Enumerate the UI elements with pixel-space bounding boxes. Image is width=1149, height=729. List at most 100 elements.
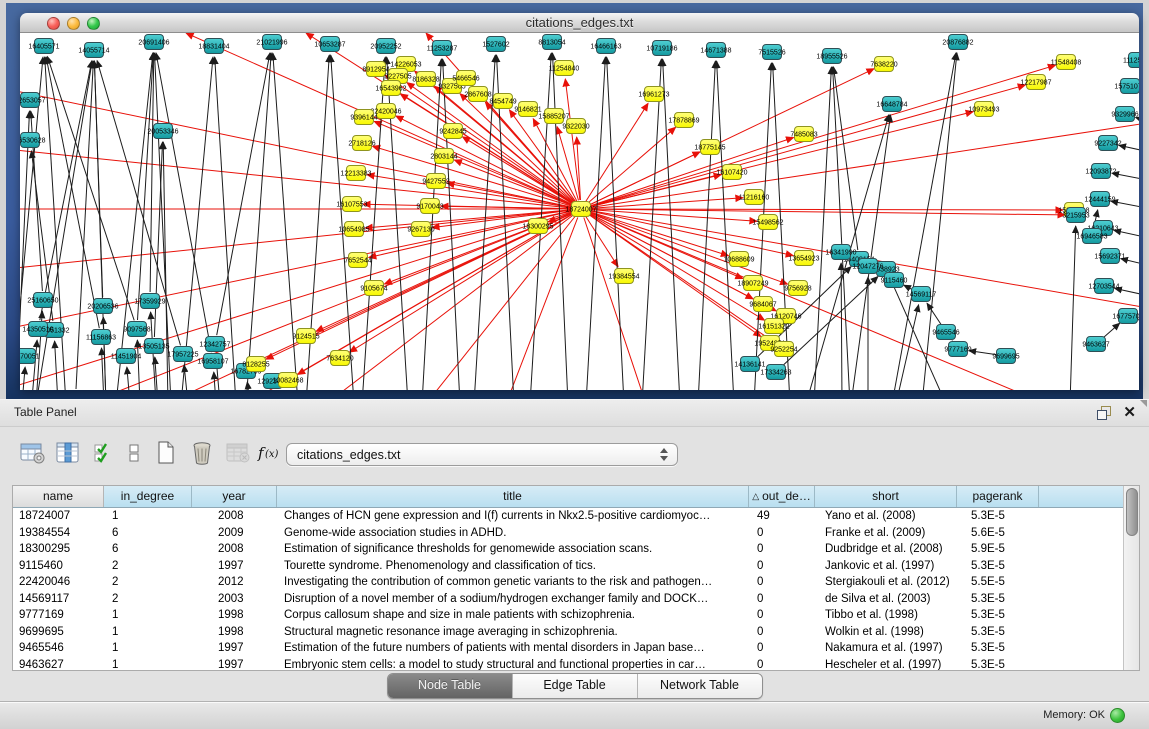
memory-status-indicator[interactable] bbox=[1110, 708, 1125, 723]
network-canvas[interactable]: 1640557114055714206914061883140421021996… bbox=[20, 33, 1139, 390]
column-visibility-button[interactable] bbox=[52, 440, 84, 468]
cell-name[interactable]: 18300295 bbox=[13, 541, 104, 558]
cell-out-de-[interactable]: 0 bbox=[749, 541, 815, 558]
cell-name[interactable]: 9777169 bbox=[13, 607, 104, 624]
cell-pagerank[interactable]: 5.3E-5 bbox=[957, 624, 1039, 641]
cell-short[interactable]: Jankovic et al. (1997) bbox=[815, 558, 957, 575]
cell-short[interactable]: Nakamura et al. (1997) bbox=[815, 640, 957, 657]
cell-name[interactable]: 19384554 bbox=[13, 525, 104, 542]
cell-name[interactable]: 18724007 bbox=[13, 508, 104, 525]
graph-edge[interactable] bbox=[1136, 117, 1140, 128]
cell-in-degree[interactable]: 1 bbox=[104, 657, 192, 672]
table-scrollbar[interactable] bbox=[1123, 486, 1139, 670]
cell-out-de-[interactable]: 0 bbox=[749, 525, 815, 542]
tab-edge-table[interactable]: Edge Table bbox=[512, 674, 637, 698]
graph-edge[interactable] bbox=[247, 382, 250, 390]
cell-short[interactable]: Tibbo et al. (1998) bbox=[815, 607, 957, 624]
graph-edge[interactable] bbox=[22, 367, 25, 390]
graph-edge[interactable] bbox=[150, 53, 154, 292]
cell-year[interactable]: 2008 bbox=[192, 508, 277, 525]
cell-name[interactable]: 22420046 bbox=[13, 574, 104, 591]
cell-pagerank[interactable]: 5.3E-5 bbox=[957, 508, 1039, 525]
cell-out-de-[interactable]: 49 bbox=[749, 508, 815, 525]
column-header-title[interactable]: title bbox=[277, 486, 749, 507]
graph-edge[interactable] bbox=[586, 103, 648, 201]
cell-short[interactable]: Yano et al. (2008) bbox=[815, 508, 957, 525]
cell-in-degree[interactable]: 2 bbox=[104, 574, 192, 591]
cell-in-degree[interactable]: 1 bbox=[104, 508, 192, 525]
cell-short[interactable]: Stergiakouli et al. (2012) bbox=[815, 574, 957, 591]
clear-selection-button[interactable] bbox=[118, 440, 150, 468]
cell-in-degree[interactable]: 1 bbox=[104, 624, 192, 641]
cell-year[interactable]: 2003 bbox=[192, 591, 277, 608]
function-button[interactable]: f(x) bbox=[254, 440, 286, 468]
cell-name[interactable]: 9465546 bbox=[13, 640, 104, 657]
cell-year[interactable]: 1998 bbox=[192, 607, 277, 624]
table-row[interactable]: 1456911722003Disruption of a novel membe… bbox=[13, 591, 1139, 608]
new-document-button[interactable] bbox=[150, 440, 182, 468]
table-row[interactable]: 969969511998Structural magnetic resonanc… bbox=[13, 624, 1139, 641]
cell-in-degree[interactable]: 6 bbox=[104, 525, 192, 542]
graph-edge[interactable] bbox=[184, 365, 188, 390]
cell-out-de-[interactable]: 0 bbox=[749, 657, 815, 672]
graph-edge[interactable] bbox=[584, 218, 646, 391]
cell-in-degree[interactable]: 1 bbox=[104, 640, 192, 657]
column-header-name[interactable]: name bbox=[13, 486, 104, 507]
citation-network-graph[interactable]: 1640557114055714206914061883140421021996… bbox=[20, 33, 1139, 390]
cell-short[interactable]: Dudbridge et al. (2008) bbox=[815, 541, 957, 558]
table-row[interactable]: 977716911998Corpus callosum shape and si… bbox=[13, 607, 1139, 624]
graph-edge[interactable] bbox=[45, 57, 66, 390]
cell-name[interactable]: 9463627 bbox=[13, 657, 104, 672]
cell-short[interactable]: Hescheler et al. (1997) bbox=[815, 657, 957, 672]
column-header-year[interactable]: year bbox=[192, 486, 277, 507]
cell-in-degree[interactable]: 2 bbox=[104, 591, 192, 608]
cell-title[interactable]: Tourette syndrome. Phenomenology and cla… bbox=[277, 558, 749, 575]
cell-year[interactable]: 1997 bbox=[192, 640, 277, 657]
cell-in-degree[interactable]: 1 bbox=[104, 607, 192, 624]
cell-pagerank[interactable]: 5.5E-5 bbox=[957, 574, 1039, 591]
graph-edge[interactable] bbox=[717, 61, 734, 390]
cell-year[interactable]: 2008 bbox=[192, 541, 277, 558]
close-panel-icon[interactable]: ✕ bbox=[1123, 403, 1136, 421]
cell-title[interactable]: Structural magnetic resonance image aver… bbox=[277, 624, 749, 641]
graph-edge[interactable] bbox=[663, 59, 680, 390]
cell-title[interactable]: Embryonic stem cells: a model to study s… bbox=[277, 657, 749, 672]
cell-short[interactable]: de Silva et al. (2003) bbox=[815, 591, 957, 608]
cell-title[interactable]: Corpus callosum shape and size in male p… bbox=[277, 607, 749, 624]
graph-edge[interactable] bbox=[454, 160, 572, 206]
graph-edge[interactable] bbox=[927, 303, 941, 324]
cell-pagerank[interactable]: 5.3E-5 bbox=[957, 591, 1039, 608]
column-header-out-de-[interactable]: △out_de… bbox=[749, 486, 815, 507]
cell-short[interactable]: Wolkin et al. (1998) bbox=[815, 624, 957, 641]
graph-edge[interactable] bbox=[1070, 226, 1076, 390]
cell-year[interactable]: 1997 bbox=[192, 558, 277, 575]
table-row[interactable]: 946362711997Embryonic stem cells: a mode… bbox=[13, 657, 1139, 672]
cell-title[interactable]: Estimation of significance thresholds fo… bbox=[277, 541, 749, 558]
graph-edge[interactable] bbox=[426, 216, 575, 390]
cell-pagerank[interactable]: 5.3E-5 bbox=[957, 607, 1039, 624]
panel-resize-grip[interactable] bbox=[1140, 400, 1147, 407]
graph-edge[interactable] bbox=[102, 348, 105, 390]
graph-edge[interactable] bbox=[841, 263, 842, 390]
cell-title[interactable]: Changes of HCN gene expression and I(f) … bbox=[277, 508, 749, 525]
graph-edge[interactable] bbox=[55, 341, 58, 390]
cell-pagerank[interactable]: 5.3E-5 bbox=[957, 657, 1039, 672]
scrollbar-thumb[interactable] bbox=[1126, 488, 1138, 536]
graph-edge[interactable] bbox=[36, 61, 92, 390]
cell-title[interactable]: Estimation of the future numbers of pati… bbox=[277, 640, 749, 657]
tab-network-table[interactable]: Network Table bbox=[637, 674, 762, 698]
float-panel-icon[interactable] bbox=[1097, 406, 1113, 421]
cell-in-degree[interactable]: 2 bbox=[104, 558, 192, 575]
table-row[interactable]: 946554611997Estimation of the future num… bbox=[13, 640, 1139, 657]
cell-out-de-[interactable]: 0 bbox=[749, 607, 815, 624]
cell-out-de-[interactable]: 0 bbox=[749, 558, 815, 575]
cell-title[interactable]: Disruption of a novel member of a sodium… bbox=[277, 591, 749, 608]
table-row[interactable]: 2242004622012Investigating the contribut… bbox=[13, 574, 1139, 591]
window-titlebar[interactable]: citations_edges.txt bbox=[20, 13, 1139, 33]
cell-pagerank[interactable]: 5.9E-5 bbox=[957, 541, 1039, 558]
table-row[interactable]: 1830029562008Estimation of significance … bbox=[13, 541, 1139, 558]
cell-title[interactable]: Investigating the contribution of common… bbox=[277, 574, 749, 591]
cell-pagerank[interactable]: 5.3E-5 bbox=[957, 640, 1039, 657]
graph-edge[interactable] bbox=[326, 215, 574, 391]
select-all-button[interactable] bbox=[88, 440, 120, 468]
